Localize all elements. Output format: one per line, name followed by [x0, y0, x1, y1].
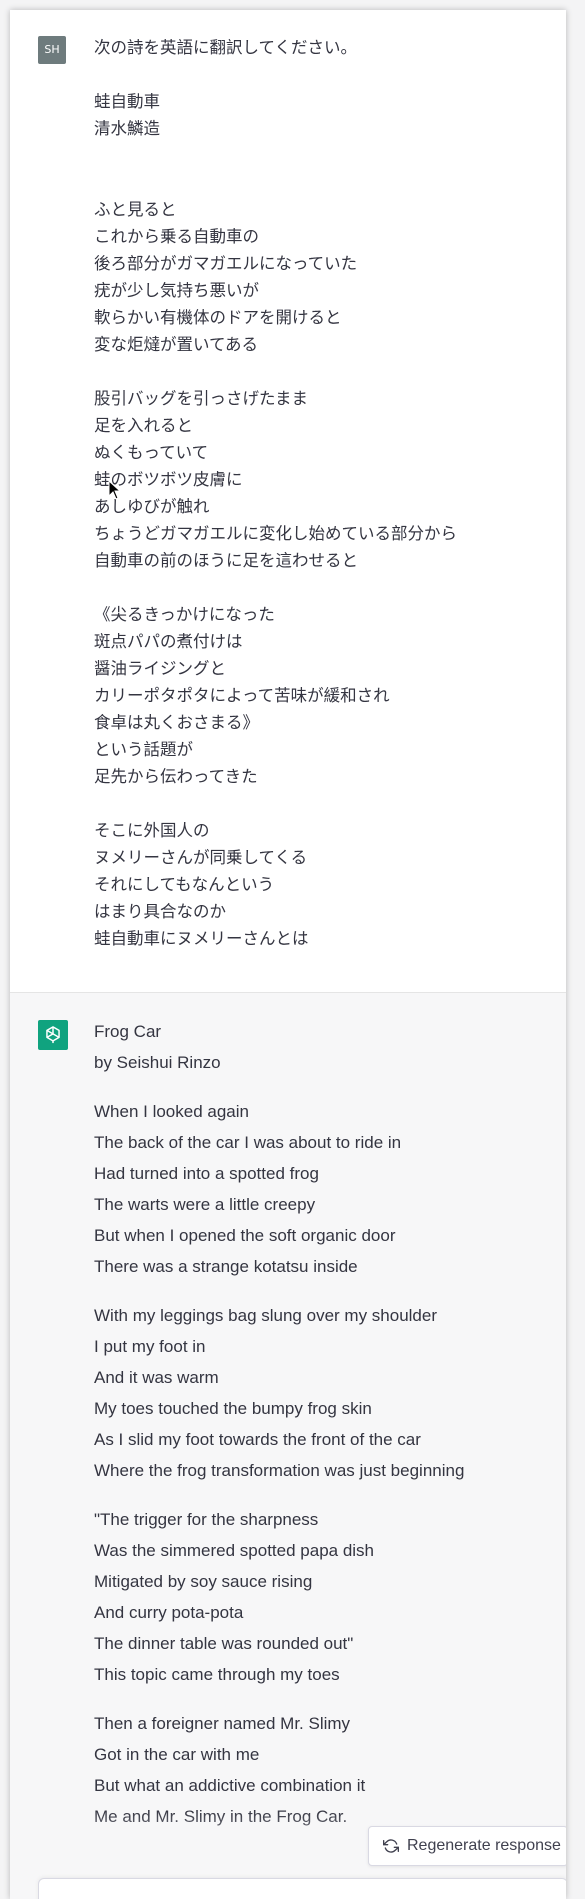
response-line: And curry pota-pota — [94, 1603, 244, 1622]
message-input[interactable] — [38, 1878, 566, 1899]
response-line: My toes touched the bumpy frog skin — [94, 1399, 372, 1418]
user-line: カリーポタポタによって苦味が緩和され — [94, 686, 390, 705]
response-paragraph: Then a foreigner named Mr. Slimy Got in t… — [94, 1708, 554, 1832]
user-line: 足先から伝わってきた — [94, 767, 258, 786]
assistant-avatar — [38, 1020, 68, 1050]
response-line: Where the frog transformation was just b… — [94, 1461, 465, 1480]
regenerate-response-button[interactable]: Regenerate response — [368, 1826, 566, 1866]
user-line: 蛙のボツボツ皮膚に — [94, 470, 243, 489]
user-line — [94, 358, 554, 385]
response-line: The dinner table was rounded out" — [94, 1634, 354, 1653]
user-line: 足を入れると — [94, 416, 193, 435]
user-line: 股引バッグを引っさげたまま — [94, 389, 309, 408]
mouse-cursor-icon — [108, 480, 122, 500]
user-line: 自動車の前のほうに足を這わせると — [94, 551, 358, 570]
user-line: はまり具合なのか — [94, 902, 226, 921]
response-line: by Seishui Rinzo — [94, 1053, 221, 1072]
user-line: 疣が少し気持ち悪いが — [94, 281, 259, 300]
user-line: 後ろ部分がガマガエルになっていた — [94, 254, 358, 273]
user-message-text: 次の詩を英語に翻訳してください。 蛙自動車清水鱗造ふと見るとこれから乗る自動車の後… — [94, 34, 554, 952]
response-line: "The trigger for the sharpness — [94, 1510, 319, 1529]
user-line: 清水鱗造 — [94, 119, 160, 138]
user-line: ちょうどガマガエルに変化し始めている部分から — [94, 524, 457, 543]
user-line: ぬくもっていて — [94, 443, 209, 462]
response-line: Mitigated by soy sauce rising — [94, 1572, 313, 1591]
response-line: As I slid my foot towards the front of t… — [94, 1430, 421, 1449]
regenerate-label: Regenerate response — [407, 1837, 561, 1854]
response-line: Frog Car — [94, 1022, 162, 1041]
user-line: それにしてもなんという — [94, 875, 275, 894]
user-line: そこに外国人の — [94, 821, 210, 840]
response-line: Was the simmered spotted papa dish — [94, 1541, 375, 1560]
response-line: Got in the car with me — [94, 1745, 260, 1764]
response-line: But what an addictive combination it — [94, 1776, 366, 1795]
user-line: 食卓は丸くおさまる》 — [94, 713, 259, 732]
response-line: When I looked again — [94, 1102, 249, 1121]
response-paragraph: "The trigger for the sharpness Was the si… — [94, 1504, 554, 1690]
response-line: The warts were a little creepy — [94, 1195, 316, 1214]
response-line: But when I opened the soft organic door — [94, 1226, 396, 1245]
assistant-message-text: Frog Car by Seishui Rinzo When I looked ag… — [94, 1016, 554, 1850]
response-line: The back of the car I was about to ride … — [94, 1133, 402, 1152]
response-paragraph: Frog Car by Seishui Rinzo — [94, 1016, 554, 1078]
user-line — [94, 169, 554, 196]
response-line: Then a foreigner named Mr. Slimy — [94, 1714, 351, 1733]
response-line: Had turned into a spotted frog — [94, 1164, 319, 1183]
user-line: 軟らかい有機体のドアを開けると — [94, 308, 342, 327]
refresh-icon — [383, 1839, 399, 1853]
user-line — [94, 142, 554, 169]
user-message: SH 次の詩を英語に翻訳してください。 蛙自動車清水鱗造ふと見るとこれから乗る自動… — [10, 10, 566, 993]
chat-frame: SH 次の詩を英語に翻訳してください。 蛙自動車清水鱗造ふと見るとこれから乗る自動… — [10, 10, 566, 1899]
user-line: ヌメリーさんが同乗してくる — [94, 848, 308, 867]
openai-logo-icon — [46, 1026, 60, 1044]
user-line: 変な炬燵が置いてある — [94, 335, 259, 354]
response-paragraph: When I looked again The back of the car I… — [94, 1096, 554, 1282]
user-line — [94, 61, 554, 88]
user-line: あしゆびが触れ — [94, 497, 210, 516]
user-line: 次の詩を英語に翻訳してください。 — [94, 38, 358, 57]
user-line — [94, 574, 554, 601]
response-paragraph: With my leggings bag slung over my shoul… — [94, 1300, 554, 1486]
user-line: 蛙自動車 — [94, 92, 160, 111]
response-line: With my leggings bag slung over my shoul… — [94, 1306, 437, 1325]
user-line: 蛙自動車にヌメリーさんとは — [94, 929, 309, 948]
user-line: 斑点パパの煮付けは — [94, 632, 243, 651]
user-avatar: SH — [38, 36, 66, 64]
response-line: I put my foot in — [94, 1337, 206, 1356]
response-line: There was a strange kotatsu inside — [94, 1257, 358, 1276]
user-line: 《尖るきっかけになった — [94, 605, 275, 624]
response-line: And it was warm — [94, 1368, 219, 1387]
user-line: ふと見ると — [94, 200, 177, 219]
user-line — [94, 790, 554, 817]
user-line: 醤油ライジングと — [94, 659, 226, 678]
user-line: という話題が — [94, 740, 193, 759]
response-line: This topic came through my toes — [94, 1665, 340, 1684]
user-line: これから乗る自動車の — [94, 227, 259, 246]
